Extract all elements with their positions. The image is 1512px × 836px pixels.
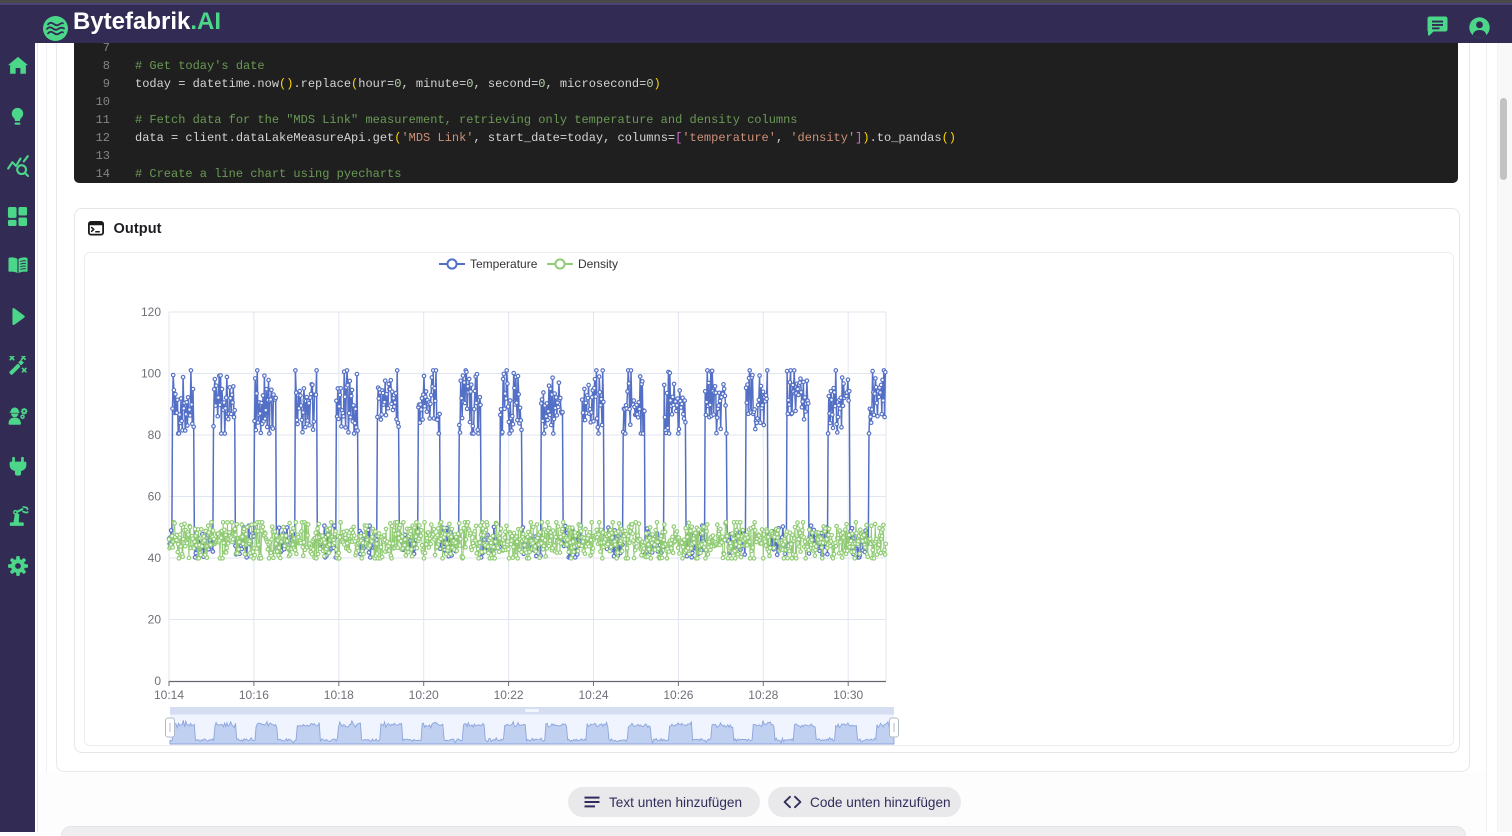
svg-text:Temperature: Temperature xyxy=(470,257,538,271)
svg-text:10:14: 10:14 xyxy=(154,688,184,702)
svg-text:10:30: 10:30 xyxy=(833,688,863,702)
svg-text:0: 0 xyxy=(154,674,161,688)
svg-text:10:28: 10:28 xyxy=(748,688,778,702)
svg-text:80: 80 xyxy=(148,428,162,442)
svg-text:Density: Density xyxy=(578,257,618,271)
svg-text:20: 20 xyxy=(148,613,162,627)
svg-text:40: 40 xyxy=(148,551,162,565)
svg-text:100: 100 xyxy=(141,367,161,381)
svg-text:10:22: 10:22 xyxy=(494,688,524,702)
svg-text:10:20: 10:20 xyxy=(409,688,439,702)
svg-text:10:16: 10:16 xyxy=(239,688,269,702)
svg-text:10:26: 10:26 xyxy=(663,688,693,702)
svg-text:120: 120 xyxy=(141,305,161,319)
svg-text:10:24: 10:24 xyxy=(578,688,608,702)
svg-text:60: 60 xyxy=(148,490,162,504)
svg-text:10:18: 10:18 xyxy=(324,688,354,702)
